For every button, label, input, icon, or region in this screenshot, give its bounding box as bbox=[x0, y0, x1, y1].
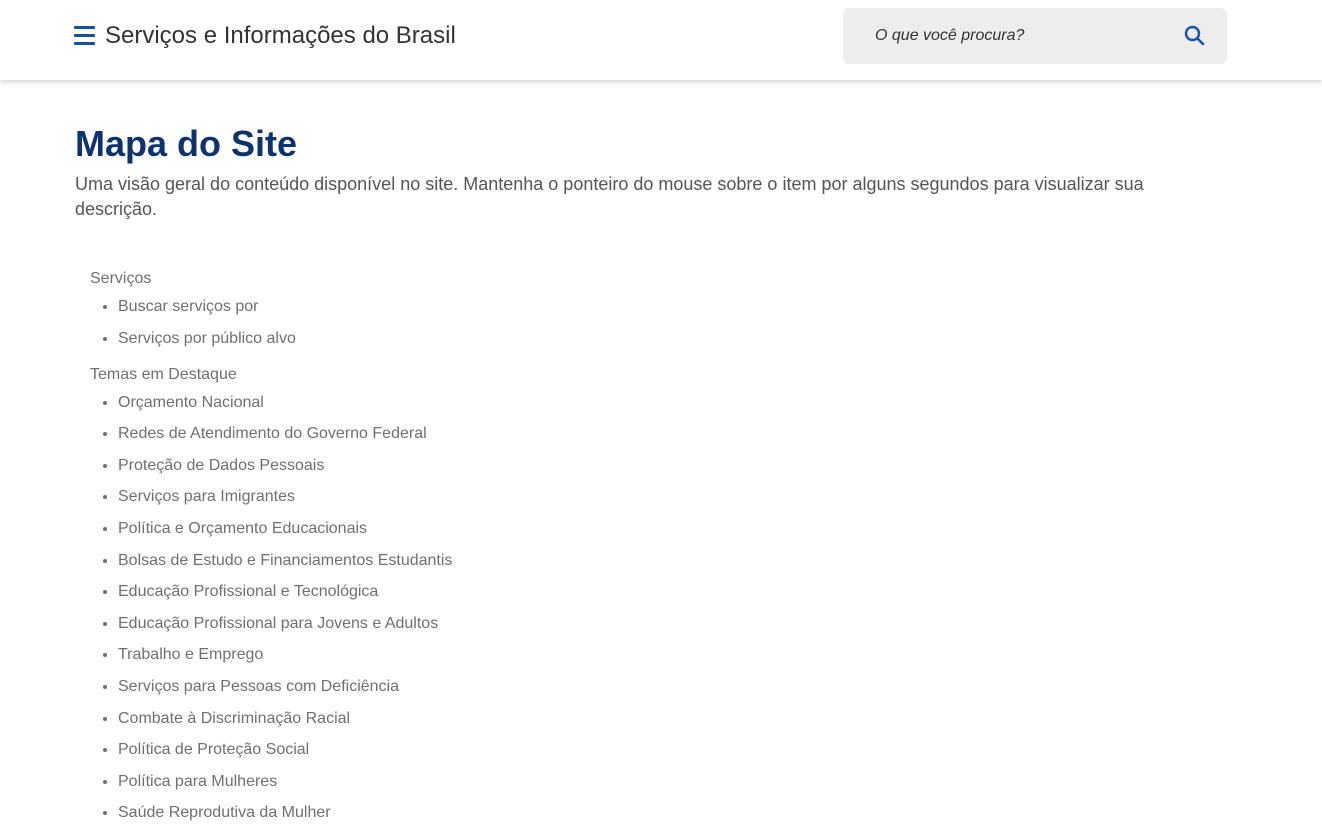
sitemap-link[interactable]: Orçamento Nacional bbox=[118, 394, 264, 411]
list-item: Política e Orçamento Educacionais bbox=[118, 518, 1225, 540]
sitemap-link[interactable]: Serviços para Imigrantes bbox=[118, 488, 295, 505]
list-item: Serviços por público alvo bbox=[118, 328, 1225, 350]
list-item: Política para Mulheres bbox=[118, 771, 1225, 793]
list-item: Saúde Reprodutiva da Mulher bbox=[118, 802, 1225, 824]
list-item: Política de Proteção Social bbox=[118, 739, 1225, 761]
list-item: Educação Profissional para Jovens e Adul… bbox=[118, 613, 1225, 635]
search-box bbox=[843, 8, 1227, 64]
sitemap-link[interactable]: Serviços por público alvo bbox=[118, 330, 296, 347]
list-item: Buscar serviços por bbox=[118, 296, 1225, 318]
section-list-temas: Orçamento Nacional Redes de Atendimento … bbox=[90, 392, 1225, 825]
sitemap-link[interactable]: Política para Mulheres bbox=[118, 773, 277, 790]
main-content: Mapa do Site Uma visão geral do conteúdo… bbox=[75, 80, 1225, 838]
list-item: Bolsas de Estudo e Financiamentos Estuda… bbox=[118, 550, 1225, 572]
list-item: Serviços para Imigrantes bbox=[118, 486, 1225, 508]
sitemap-link[interactable]: Proteção de Dados Pessoais bbox=[118, 457, 324, 474]
list-item: Educação Profissional e Tecnológica bbox=[118, 581, 1225, 603]
section-title-servicos[interactable]: Serviços bbox=[90, 268, 1225, 290]
search-icon[interactable] bbox=[1183, 24, 1207, 48]
sitemap-link[interactable]: Política de Proteção Social bbox=[118, 741, 309, 758]
site-header: Serviços e Informações do Brasil bbox=[0, 0, 1322, 80]
sitemap-link[interactable]: Educação Profissional e Tecnológica bbox=[118, 583, 378, 600]
sitemap-section-temas: Temas em Destaque Orçamento Nacional Red… bbox=[90, 364, 1225, 825]
list-item: Proteção de Dados Pessoais bbox=[118, 455, 1225, 477]
page-title: Mapa do Site bbox=[75, 123, 298, 164]
sitemap-link[interactable]: Serviços para Pessoas com Deficiência bbox=[118, 678, 399, 695]
hamburger-menu-icon[interactable] bbox=[74, 25, 96, 47]
list-item: Serviços para Pessoas com Deficiência bbox=[118, 676, 1225, 698]
page-description: Uma visão geral do conteúdo disponível n… bbox=[75, 174, 1144, 219]
sitemap-link[interactable]: Educação Profissional para Jovens e Adul… bbox=[118, 615, 438, 632]
sitemap-link[interactable]: Combate à Discriminação Racial bbox=[118, 710, 350, 727]
list-item: Redes de Atendimento do Governo Federal bbox=[118, 423, 1225, 445]
sitemap-link[interactable]: Saúde Reprodutiva da Mulher bbox=[118, 804, 331, 821]
site-title[interactable]: Serviços e Informações do Brasil bbox=[105, 21, 456, 51]
section-title-temas-em-destaque[interactable]: Temas em Destaque bbox=[90, 364, 1225, 386]
list-item: Combate à Discriminação Racial bbox=[118, 708, 1225, 730]
sitemap-section-servicos: Serviços Buscar serviços por Serviços po… bbox=[90, 268, 1225, 350]
sitemap-link[interactable]: Redes de Atendimento do Governo Federal bbox=[118, 425, 427, 442]
list-item: Trabalho e Emprego bbox=[118, 644, 1225, 666]
search-input[interactable] bbox=[863, 18, 1187, 54]
sitemap-link[interactable]: Buscar serviços por bbox=[118, 298, 259, 315]
sitemap-link[interactable]: Bolsas de Estudo e Financiamentos Estuda… bbox=[118, 552, 452, 569]
sitemap-link[interactable]: Política e Orçamento Educacionais bbox=[118, 520, 367, 537]
section-list-servicos: Buscar serviços por Serviços por público… bbox=[90, 296, 1225, 350]
list-item: Orçamento Nacional bbox=[118, 392, 1225, 414]
sitemap: Serviços Buscar serviços por Serviços po… bbox=[75, 268, 1225, 824]
sitemap-link[interactable]: Trabalho e Emprego bbox=[118, 646, 263, 663]
